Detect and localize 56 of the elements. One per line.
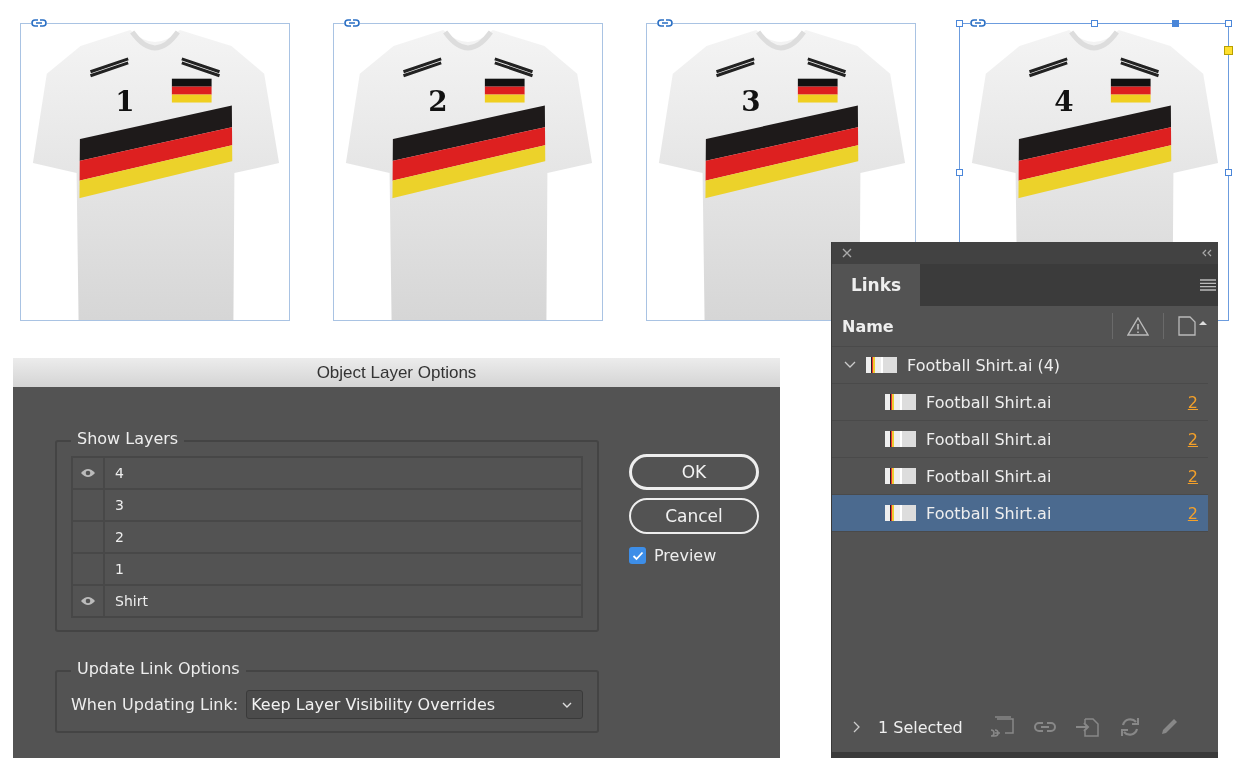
selection-handle[interactable]: [956, 20, 963, 27]
menu-icon[interactable]: [1200, 279, 1216, 291]
shirt-number: 4: [1054, 85, 1074, 119]
link-icon[interactable]: [1032, 721, 1057, 733]
link-icon: [344, 19, 360, 27]
link-icon: [970, 19, 986, 27]
dialog-button[interactable]: OK: [629, 454, 759, 490]
preview-checkbox[interactable]: [629, 547, 646, 564]
page-link[interactable]: 2: [1187, 429, 1208, 449]
go-to-link-icon[interactable]: [1074, 717, 1101, 737]
checkmark-icon: [631, 550, 644, 561]
link-row[interactable]: Football Shirt.ai 2: [832, 495, 1208, 532]
selection-handle[interactable]: [1172, 20, 1179, 27]
update-link-dropdown[interactable]: Keep Layer Visibility Overrides: [246, 690, 583, 719]
link-name: Football Shirt.ai: [926, 392, 1053, 412]
layer-name[interactable]: Shirt: [105, 586, 148, 616]
layer-name[interactable]: 1: [105, 554, 124, 584]
chevron-down-icon: [562, 701, 572, 708]
dialog-title: Object Layer Options: [13, 358, 780, 387]
link-name: Football Shirt.ai: [926, 429, 1053, 449]
checkbox-label: Preview: [654, 546, 717, 565]
link-name: Football Shirt.ai: [926, 503, 1053, 523]
shirt-number: 2: [428, 85, 448, 119]
eye-icon: [80, 596, 96, 606]
field-label: When Updating Link:: [71, 695, 239, 714]
page-sort-icon[interactable]: [1178, 316, 1208, 336]
close-icon[interactable]: [842, 248, 852, 258]
dialog-button[interactable]: Cancel: [629, 498, 759, 534]
selection-handle[interactable]: [956, 169, 963, 176]
shirt-number: 1: [115, 85, 135, 119]
selection-handle[interactable]: [1224, 46, 1233, 55]
group-legend: Update Link Options: [71, 659, 246, 678]
selection-handle[interactable]: [1225, 169, 1232, 176]
link-icon: [31, 19, 47, 27]
eye-icon: [80, 468, 96, 478]
link-name: Football Shirt.ai: [926, 466, 1053, 486]
shirt-number: 3: [741, 85, 761, 119]
layer-name[interactable]: 3: [105, 490, 124, 520]
layer-name[interactable]: 4: [105, 458, 124, 488]
selection-handle[interactable]: [1091, 20, 1098, 27]
link-icon: [657, 19, 673, 27]
collapse-icon[interactable]: [1202, 249, 1212, 257]
warning-icon[interactable]: [1127, 316, 1149, 336]
link-row[interactable]: Football Shirt.ai 2: [832, 421, 1208, 458]
link-row[interactable]: Football Shirt.ai 2: [832, 384, 1208, 421]
selection-status: 1 Selected: [878, 717, 963, 737]
chevron-down-icon[interactable]: [844, 361, 856, 369]
link-group-row[interactable]: Football Shirt.ai (4): [832, 347, 1208, 384]
selection-handle[interactable]: [1225, 20, 1232, 27]
page-link[interactable]: 2: [1187, 466, 1208, 486]
chevron-right-icon[interactable]: [852, 721, 860, 733]
refresh-icon[interactable]: [1118, 716, 1141, 738]
page-link[interactable]: 2: [1187, 392, 1208, 412]
group-legend: Show Layers: [71, 429, 185, 448]
panel-tab[interactable]: Links: [832, 264, 920, 306]
layer-name[interactable]: 2: [105, 522, 124, 552]
